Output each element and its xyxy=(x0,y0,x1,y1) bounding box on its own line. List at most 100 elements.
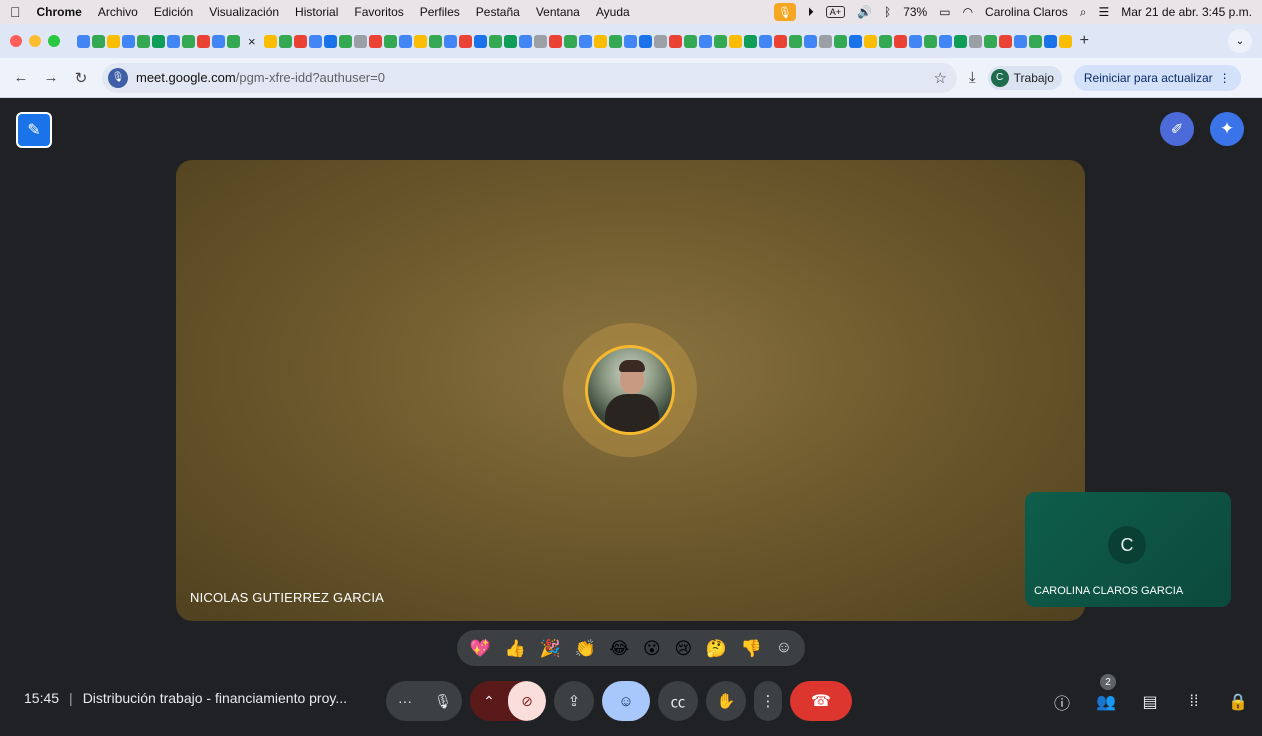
tab-favicon[interactable] xyxy=(398,34,412,48)
tab-favicon[interactable] xyxy=(563,34,577,48)
tab-favicon[interactable] xyxy=(848,34,862,48)
tab-favicon[interactable] xyxy=(1028,34,1042,48)
accessibility-icon[interactable]: A+ xyxy=(825,6,846,18)
tab-favicon[interactable] xyxy=(353,34,367,48)
tab-favicon[interactable] xyxy=(1013,34,1027,48)
tab-favicon[interactable] xyxy=(413,34,427,48)
tab-favicon[interactable] xyxy=(608,34,622,48)
tab-favicon[interactable] xyxy=(368,34,382,48)
menu-chrome[interactable]: Chrome xyxy=(37,5,82,19)
tab-favicon[interactable] xyxy=(758,34,772,48)
menubar-user[interactable]: Carolina Claros xyxy=(985,5,1068,19)
tab-favicon[interactable] xyxy=(668,34,682,48)
tab-favicon[interactable] xyxy=(908,34,922,48)
tab-favicon[interactable] xyxy=(137,34,150,48)
gemini-sparkle-icon[interactable]: ✦ xyxy=(1210,112,1244,146)
reaction-thinking[interactable]: 🤔 xyxy=(706,640,727,657)
tab-favicon[interactable] xyxy=(227,34,240,48)
reactions-button-icon[interactable]: ☺ xyxy=(602,681,650,721)
tab-favicon[interactable] xyxy=(833,34,847,48)
tab-favicon[interactable] xyxy=(92,34,105,48)
tab-favicon[interactable] xyxy=(623,34,637,48)
tab-favicon[interactable] xyxy=(728,34,742,48)
play-icon[interactable]: ⏵ xyxy=(808,5,814,20)
more-options-icon[interactable]: ⋮ xyxy=(754,681,782,721)
forward-icon[interactable]: → xyxy=(42,69,60,86)
menu-pestana[interactable]: Pestaña xyxy=(476,5,520,19)
tab-favicon[interactable] xyxy=(578,34,592,48)
tab-favicon[interactable] xyxy=(77,34,90,48)
profile-chip[interactable]: C Trabajo xyxy=(987,65,1062,90)
tab-favicon[interactable] xyxy=(788,34,802,48)
close-tab-icon[interactable]: × xyxy=(248,34,256,49)
bookmark-star-icon[interactable]: ☆ xyxy=(934,69,947,87)
people-icon[interactable]: 👥 2 xyxy=(1092,674,1120,716)
tab-favicon[interactable] xyxy=(182,34,195,48)
tab-favicon[interactable] xyxy=(548,34,562,48)
main-participant-tile[interactable]: NICOLAS GUTIERREZ GARCIA xyxy=(176,160,1085,621)
menu-perfiles[interactable]: Perfiles xyxy=(420,5,460,19)
tab-favicon[interactable] xyxy=(818,34,832,48)
tab-favicon[interactable] xyxy=(593,34,607,48)
battery-icon[interactable]: ▭ xyxy=(939,5,950,19)
tab-favicon[interactable] xyxy=(428,34,442,48)
tab-favicon[interactable] xyxy=(278,34,292,48)
close-window-icon[interactable] xyxy=(10,35,22,47)
site-mic-icon[interactable]: 🎙 xyxy=(108,67,128,88)
menu-ventana[interactable]: Ventana xyxy=(536,5,580,19)
camera-options-icon[interactable]: ⌃ xyxy=(470,681,508,721)
tab-favicon[interactable] xyxy=(473,34,487,48)
menu-historial[interactable]: Historial xyxy=(295,5,338,19)
tab-favicon[interactable] xyxy=(122,34,135,48)
tab-favicon[interactable] xyxy=(998,34,1012,48)
tab-favicon[interactable] xyxy=(773,34,787,48)
present-screen-icon[interactable]: ⇪ xyxy=(554,681,594,721)
tab-favicon[interactable] xyxy=(983,34,997,48)
datetime[interactable]: Mar 21 de abr. 3:45 p.m. xyxy=(1121,5,1252,19)
back-icon[interactable]: ← xyxy=(12,69,30,86)
new-tab-icon[interactable]: + xyxy=(1080,32,1089,50)
reaction-laugh[interactable]: 😂 xyxy=(609,640,629,657)
audio-options-icon[interactable]: ··· xyxy=(386,681,424,721)
self-view-tile[interactable]: C CAROLINA CLAROS GARCIA xyxy=(1025,492,1231,607)
reload-icon[interactable]: ↻ xyxy=(72,69,90,87)
tab-favicon[interactable] xyxy=(212,34,225,48)
microphone-status-icon[interactable]: 🎙 xyxy=(773,3,796,21)
tab-favicon[interactable] xyxy=(308,34,322,48)
tab-favicon[interactable] xyxy=(152,34,165,48)
tab-favicon[interactable] xyxy=(503,34,517,48)
tab-favicon[interactable] xyxy=(458,34,472,48)
tab-favicon[interactable] xyxy=(263,34,277,48)
raise-hand-icon[interactable]: ✋ xyxy=(706,681,746,721)
tab-favicon[interactable] xyxy=(878,34,892,48)
tab-favicon[interactable] xyxy=(863,34,877,48)
minimize-window-icon[interactable] xyxy=(29,35,41,47)
download-icon[interactable]: ⤓ xyxy=(969,69,976,86)
spotlight-icon[interactable]: ⌕ xyxy=(1080,5,1087,20)
reaction-thumbs-down[interactable]: 👎 xyxy=(741,640,762,657)
tab-favicon[interactable] xyxy=(938,34,952,48)
captions-icon[interactable]: ㏄ xyxy=(658,681,698,721)
tab-favicon[interactable] xyxy=(167,34,180,48)
tab-favicon[interactable] xyxy=(638,34,652,48)
tab-favicon[interactable] xyxy=(923,34,937,48)
battery-percent[interactable]: 73% xyxy=(903,5,927,19)
address-bar[interactable]: 🎙 meet.google.com/pgm-xfre-idd?authuser=… xyxy=(102,62,957,93)
tab-favicon[interactable] xyxy=(197,34,210,48)
hang-up-icon[interactable]: ☎ xyxy=(790,681,852,721)
menu-ayuda[interactable]: Ayuda xyxy=(596,5,630,19)
tab-favicon[interactable] xyxy=(533,34,547,48)
activities-icon[interactable]: ⁞⁞ xyxy=(1180,688,1208,716)
bluetooth-icon[interactable]: ᛒ xyxy=(884,5,891,19)
reaction-clap[interactable]: 👏 xyxy=(575,640,596,657)
menu-visualizacion[interactable]: Visualización xyxy=(209,5,279,19)
reaction-heart[interactable]: 💖 xyxy=(470,640,491,657)
tab-favicon[interactable] xyxy=(968,34,982,48)
apple-icon[interactable]:  xyxy=(10,4,21,20)
tab-favicon[interactable] xyxy=(893,34,907,48)
reaction-sad[interactable]: 😢 xyxy=(674,640,692,657)
tab-favicon[interactable] xyxy=(383,34,397,48)
tab-favicon[interactable] xyxy=(803,34,817,48)
tab-favicon[interactable] xyxy=(653,34,667,48)
pen-sparkle-icon[interactable]: ✐ xyxy=(1160,112,1194,146)
